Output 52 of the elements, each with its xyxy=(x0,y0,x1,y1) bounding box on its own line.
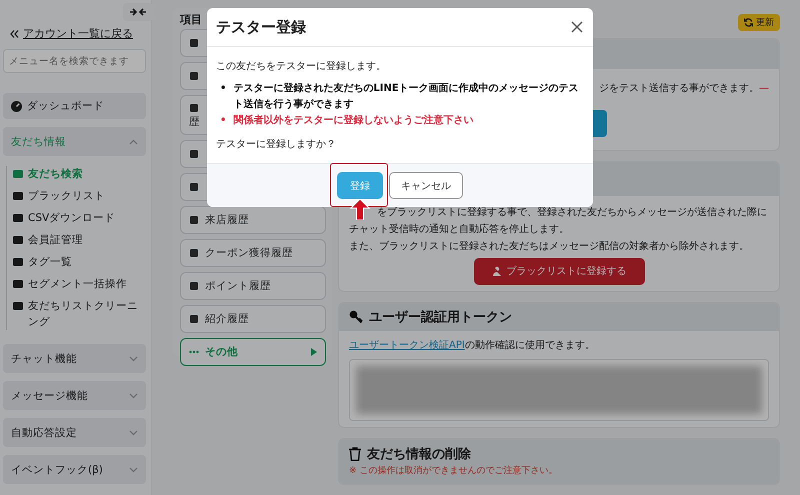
double-chevron-icon xyxy=(10,30,19,38)
sidebar-subitem[interactable]: 友だちリストクリーニング xyxy=(13,298,146,330)
item-button[interactable]: 紹介履歴 xyxy=(180,305,326,333)
sidebar-subitem[interactable]: 会員証管理 xyxy=(13,232,146,248)
sidebar-item[interactable]: ダッシュボード xyxy=(3,93,146,119)
modal-text: テスターに登録しますか？ xyxy=(216,138,337,152)
chevron-icon xyxy=(129,138,138,144)
refresh-icon xyxy=(744,18,753,27)
bullet-marker: • xyxy=(220,82,226,96)
token-field[interactable] xyxy=(349,358,769,421)
bullet-text: テスターに登録された友だちのLINEトーク画面に作成中のメッセージのテスト送信を行う事ができます xyxy=(233,82,580,112)
blacklist-button[interactable]: ブラックリストに登録する xyxy=(474,258,644,285)
collapse-icon xyxy=(130,8,146,16)
chevron-icon xyxy=(129,430,138,436)
sidebar-subitem[interactable]: ブラックリスト xyxy=(13,188,146,204)
caret-icon xyxy=(311,348,317,356)
bullet-text: 関係者以外をテスターに登録しないようご注意下さい xyxy=(233,113,474,128)
close-icon xyxy=(571,21,583,33)
back-link[interactable]: アカウント一覧に戻る xyxy=(23,26,133,41)
warning-text: ※ この操作は取消ができませんのでご注意下さい。 xyxy=(349,464,558,477)
collapse-button[interactable] xyxy=(123,3,153,21)
card-text: また、ブラックリストに登録された友だちはメッセージ配信の対象者から除外されます。 xyxy=(349,240,750,254)
refresh-button[interactable]: 更新 xyxy=(738,14,780,31)
card-text: チャット受信時の通知と自動応答を停止します。 xyxy=(349,222,570,237)
sidebar-group[interactable]: チャット機能 xyxy=(3,344,146,373)
chevron-icon xyxy=(129,466,138,472)
item-button[interactable]: ポイント履歴 xyxy=(180,272,326,300)
item-button[interactable]: クーポン獲得履歴 xyxy=(180,239,326,267)
card-title: ユーザー認証用トークン xyxy=(369,308,512,326)
bullet-marker: • xyxy=(220,114,226,128)
sidebar-subitem[interactable]: CSVダウンロード xyxy=(13,210,146,226)
modal-title: テスター登録 xyxy=(216,18,306,36)
card-text: をブラックリストに登録する事で、登録された友だちからメッセージが送信された際に xyxy=(377,206,768,220)
dialog-button[interactable]: キャンセル xyxy=(389,172,463,199)
sidebar-group[interactable]: メッセージ機能 xyxy=(3,381,146,410)
close-button[interactable] xyxy=(569,19,585,35)
sidebar-group[interactable]: イベントフック(β) xyxy=(3,455,146,484)
card-text: ジをテスト送信する事ができます。— xyxy=(599,82,769,95)
modal-text: この友だちをテスターに登録します。 xyxy=(216,60,387,74)
item-button[interactable]: 来店履歴 xyxy=(180,206,326,234)
panel-title: 項目 xyxy=(180,12,202,27)
sidebar-group[interactable]: 自動応答設定 xyxy=(3,418,146,447)
trash-icon xyxy=(349,446,361,461)
chevron-icon xyxy=(129,356,138,362)
chevron-icon xyxy=(129,392,138,398)
menu-search-field[interactable]: メニュー名を検索できます xyxy=(3,49,146,73)
sidebar-subitem[interactable]: タグ一覧 xyxy=(13,254,146,270)
gauge-icon xyxy=(11,100,22,112)
card-title: 友だち情報の削除 xyxy=(367,446,471,463)
sidebar-subitem[interactable]: セグメント一括操作 xyxy=(13,276,146,292)
key-icon xyxy=(349,310,363,324)
card-text: ユーザートークン検証APIの動作確認に使用できます。 xyxy=(349,338,596,353)
